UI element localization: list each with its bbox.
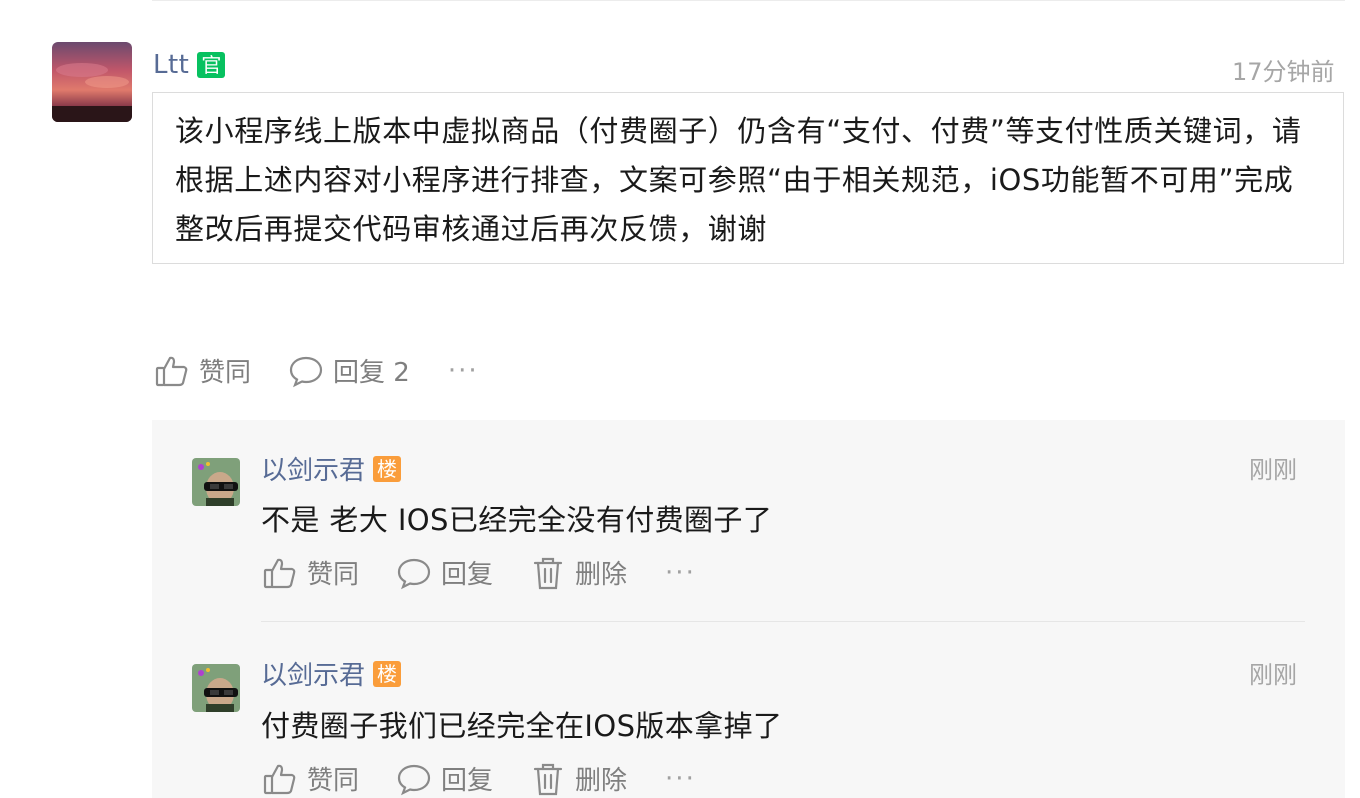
like-button[interactable]: 赞同: [155, 352, 251, 389]
top-divider: [152, 0, 1345, 1]
reply-reply-button[interactable]: 回复: [397, 760, 493, 797]
reply-actions: 赞同 回复 删除 ···: [263, 554, 734, 591]
reply-actions: 赞同 回复 删除 ···: [263, 760, 734, 797]
trash-icon: [531, 762, 565, 796]
post-time: 17分钟前: [1232, 58, 1335, 86]
trash-icon: [531, 556, 565, 590]
like-label: 赞同: [199, 358, 252, 388]
author-avatar[interactable]: [52, 42, 132, 122]
more-button[interactable]: ···: [665, 558, 696, 588]
reply-author: 以剑示君 楼: [261, 655, 402, 692]
reply-time: 刚刚: [1249, 661, 1297, 689]
reply-label: 回复: [441, 560, 494, 590]
thumbs-up-icon: [155, 354, 189, 388]
reply-reply-button[interactable]: 回复: [397, 554, 493, 591]
delete-label: 删除: [575, 766, 628, 796]
speech-bubble-icon: [397, 556, 431, 590]
reply-avatar[interactable]: [192, 458, 240, 506]
reply-text: 付费圈子我们已经完全在IOS版本拿掉了: [261, 709, 783, 743]
ellipsis-icon: ···: [665, 763, 696, 794]
reply-like-button[interactable]: 赞同: [263, 760, 359, 797]
official-badge: 官: [197, 52, 226, 78]
like-label: 赞同: [307, 560, 360, 590]
reply-like-button[interactable]: 赞同: [263, 554, 359, 591]
floor-badge: 楼: [373, 660, 402, 687]
post-author: Ltt 官: [153, 50, 226, 80]
speech-bubble-icon: [289, 354, 323, 388]
thumbs-up-icon: [263, 556, 297, 590]
author-name[interactable]: Ltt: [153, 50, 189, 80]
like-label: 赞同: [307, 766, 360, 796]
post-actions: 赞同 回复 2 ···: [155, 352, 517, 389]
reply-label: 回复 2: [333, 358, 410, 388]
reply-time: 刚刚: [1249, 456, 1297, 484]
reply-avatar[interactable]: [192, 664, 240, 712]
reply-text: 不是 老大 IOS已经完全没有付费圈子了: [261, 503, 773, 537]
reply-author-name[interactable]: 以剑示君: [261, 450, 365, 487]
reply-author-name[interactable]: 以剑示君: [261, 655, 365, 692]
ellipsis-icon: ···: [665, 557, 696, 588]
reply-author: 以剑示君 楼: [261, 450, 402, 487]
thumbs-up-icon: [263, 762, 297, 796]
post-content: 该小程序线上版本中虚拟商品（付费圈子）仍含有“支付、付费”等支付性质关键词，请根…: [152, 92, 1344, 264]
delete-label: 删除: [575, 560, 628, 590]
speech-bubble-icon: [397, 762, 431, 796]
delete-button[interactable]: 删除: [531, 760, 627, 797]
more-button[interactable]: ···: [665, 764, 696, 794]
more-button[interactable]: ···: [448, 356, 479, 386]
reply-divider: [261, 621, 1305, 622]
reply-label: 回复: [441, 766, 494, 796]
reply-button[interactable]: 回复 2: [289, 352, 410, 389]
delete-button[interactable]: 删除: [531, 554, 627, 591]
ellipsis-icon: ···: [447, 355, 479, 386]
floor-badge: 楼: [373, 455, 402, 482]
